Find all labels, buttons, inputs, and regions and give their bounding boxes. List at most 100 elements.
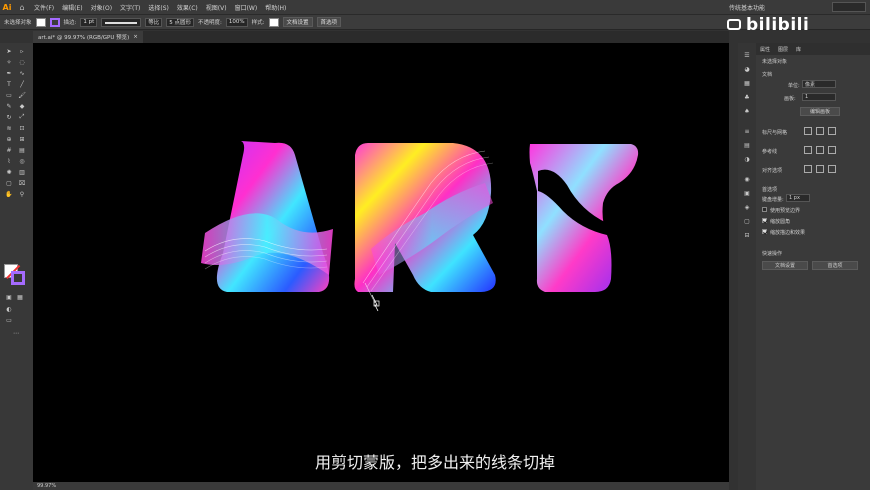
artboard-dropdown[interactable]: 1: [802, 93, 836, 101]
tab-libraries[interactable]: 库: [796, 46, 801, 53]
document-tab-bar: art.ai* @ 99.97% (RGB/GPU 预览) ×: [33, 31, 729, 43]
stroke-color-swatch[interactable]: [11, 271, 25, 285]
shaper-tool-icon[interactable]: ✎: [4, 102, 14, 110]
menu-object[interactable]: 对象(O): [87, 3, 116, 12]
mesh-tool-icon[interactable]: #: [4, 146, 14, 154]
graphic-styles-panel-icon[interactable]: ▣: [742, 189, 752, 197]
magic-wand-tool-icon[interactable]: ✧: [4, 58, 14, 66]
free-transform-tool-icon[interactable]: ⊡: [17, 124, 27, 132]
lasso-tool-icon[interactable]: ◌: [17, 58, 27, 66]
gradient-panel-icon[interactable]: ▤: [742, 141, 752, 149]
close-icon[interactable]: ×: [133, 34, 138, 40]
hand-tool-icon[interactable]: ✋: [4, 190, 14, 198]
units-dropdown[interactable]: 像素: [802, 80, 836, 88]
panel-document-setup-button[interactable]: 文档设置: [762, 261, 808, 270]
letter-r[interactable]: [354, 143, 496, 304]
properties-panel-icon[interactable]: ☰: [742, 51, 752, 59]
transparency-panel-icon[interactable]: ◑: [742, 155, 752, 163]
menu-type[interactable]: 文字(T): [116, 3, 144, 12]
column-graph-tool-icon[interactable]: ▥: [17, 168, 27, 176]
rotate-tool-icon[interactable]: ↻: [4, 113, 14, 121]
slice-tool-icon[interactable]: ⌧: [17, 179, 27, 187]
draw-mode-icon[interactable]: ◐: [4, 305, 14, 313]
stroke-weight-field[interactable]: 1 pt: [80, 17, 98, 27]
keyboard-increment-field[interactable]: 1 px: [786, 194, 810, 202]
artboard-tool-icon[interactable]: ▢: [4, 179, 14, 187]
menu-effect[interactable]: 效果(C): [173, 3, 202, 12]
home-icon[interactable]: ⌂: [14, 0, 30, 14]
color-mode-icon[interactable]: ▣: [4, 293, 14, 301]
snap-to-point-icon[interactable]: [804, 165, 812, 173]
letter-a[interactable]: [201, 141, 333, 292]
symbol-sprayer-tool-icon[interactable]: ✺: [4, 168, 14, 176]
workspace-switcher[interactable]: 传统基本功能: [729, 3, 765, 12]
eraser-tool-icon[interactable]: ◆: [17, 102, 27, 110]
layers-panel-icon[interactable]: ◈: [742, 203, 752, 211]
pen-tool-icon[interactable]: ✒: [4, 69, 14, 77]
edit-artboards-button[interactable]: 编辑画板: [800, 107, 840, 116]
more-tools-icon[interactable]: ⋯: [11, 329, 21, 337]
tab-layers[interactable]: 图层: [778, 46, 788, 53]
symbols-panel-icon[interactable]: ♠: [742, 107, 752, 115]
eyedropper-tool-icon[interactable]: ⌇: [4, 157, 14, 165]
fill-swatch[interactable]: [35, 17, 46, 27]
menu-view[interactable]: 视图(V): [202, 3, 231, 12]
scale-strokes-checkbox[interactable]: [762, 229, 767, 234]
scale-corners-checkbox[interactable]: [762, 218, 767, 223]
stroke-swatch[interactable]: [49, 17, 60, 27]
artboards-panel-icon[interactable]: ▢: [742, 217, 752, 225]
paintbrush-tool-icon[interactable]: 🖌: [17, 91, 27, 99]
screen-mode-icon[interactable]: ▭: [4, 316, 14, 324]
stroke-panel-icon[interactable]: ≡: [742, 127, 752, 135]
tab-properties[interactable]: 属性: [760, 46, 770, 53]
line-tool-icon[interactable]: ╱: [17, 80, 27, 88]
use-preview-bounds-checkbox[interactable]: [762, 207, 767, 212]
snap-to-grid-icon[interactable]: [816, 165, 824, 173]
brushes-panel-icon[interactable]: ♣: [742, 93, 752, 101]
rectangle-tool-icon[interactable]: ▭: [4, 91, 14, 99]
letter-t[interactable]: [529, 144, 639, 292]
swatches-panel-icon[interactable]: ▦: [742, 79, 752, 87]
preferences-button[interactable]: 首选项: [316, 17, 342, 27]
variable-width-profile[interactable]: 等比: [145, 17, 163, 27]
direct-selection-tool-icon[interactable]: ▹: [17, 47, 27, 55]
panel-preferences-button[interactable]: 首选项: [812, 261, 858, 270]
scale-tool-icon[interactable]: ⤢: [17, 113, 27, 121]
ruler-icon[interactable]: [804, 127, 812, 135]
show-guides-icon[interactable]: [804, 146, 812, 154]
grid-icon[interactable]: [816, 127, 824, 135]
pixel-grid-icon[interactable]: [828, 127, 836, 135]
menu-file[interactable]: 文件(F): [30, 3, 58, 12]
menu-edit[interactable]: 编辑(E): [58, 3, 86, 12]
perspective-grid-tool-icon[interactable]: ⊞: [17, 135, 27, 143]
opacity-field[interactable]: 100%: [225, 17, 248, 27]
gradient-mode-icon[interactable]: ▦: [15, 293, 25, 301]
brush-definition[interactable]: 5 点圆形: [166, 17, 195, 27]
width-tool-icon[interactable]: ≋: [4, 124, 14, 132]
snap-to-pixel-icon[interactable]: [828, 165, 836, 173]
appearance-panel-icon[interactable]: ◉: [742, 175, 752, 183]
zoom-tool-icon[interactable]: ⚲: [17, 190, 27, 198]
artboard-canvas[interactable]: [33, 43, 729, 482]
search-input[interactable]: [832, 2, 866, 12]
menu-help[interactable]: 帮助(H): [261, 3, 290, 12]
menu-window[interactable]: 窗口(W): [231, 3, 262, 12]
curvature-tool-icon[interactable]: ∿: [17, 69, 27, 77]
color-panel-icon[interactable]: ◕: [742, 65, 752, 73]
selection-tool-icon[interactable]: ➤: [4, 47, 14, 55]
lock-guides-icon[interactable]: [816, 146, 824, 154]
shape-builder-tool-icon[interactable]: ⊕: [4, 135, 14, 143]
stroke-line-preview[interactable]: [101, 17, 142, 27]
smart-guides-icon[interactable]: [828, 146, 836, 154]
panel-tabs: 属性 图层 库: [756, 43, 870, 55]
type-tool-icon[interactable]: T: [4, 80, 14, 88]
align-panel-icon[interactable]: ⊟: [742, 231, 752, 239]
graphic-style-swatch[interactable]: [268, 17, 279, 27]
document-setup-button[interactable]: 文档设置: [282, 17, 313, 27]
menu-select[interactable]: 选择(S): [144, 3, 173, 12]
blend-tool-icon[interactable]: ◎: [17, 157, 27, 165]
zoom-level[interactable]: 99.97%: [37, 483, 56, 489]
document-tab[interactable]: art.ai* @ 99.97% (RGB/GPU 预览) ×: [33, 31, 143, 43]
gradient-tool-icon[interactable]: ▤: [17, 146, 27, 154]
stroke-label: 描边:: [63, 20, 77, 26]
